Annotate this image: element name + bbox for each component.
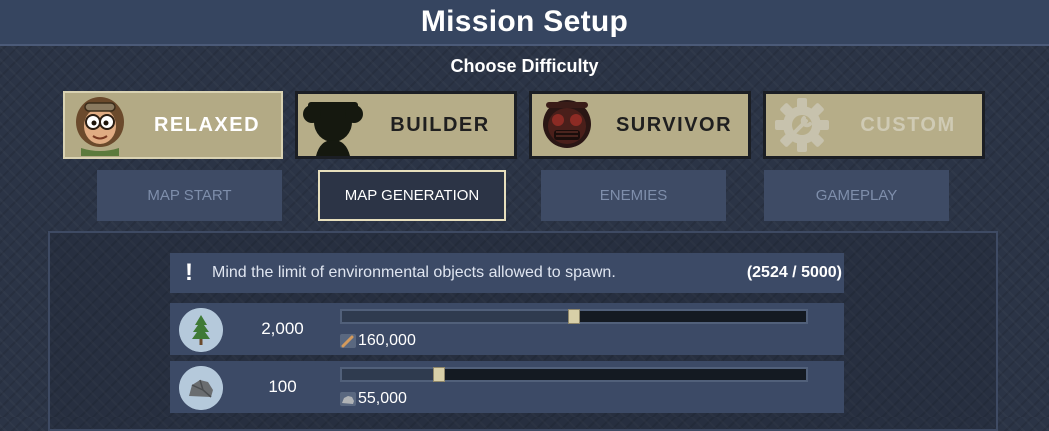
tab-gameplay[interactable]: GAMEPLAY xyxy=(764,170,949,221)
resource-row-rocks: 100 55,000 xyxy=(170,361,844,413)
relaxed-face-icon xyxy=(76,97,124,156)
difficulty-relaxed-button[interactable]: RELAXED xyxy=(63,91,283,159)
wood-yield-value: 160,000 xyxy=(358,332,416,349)
tree-amount-slider[interactable] xyxy=(340,309,808,324)
gear-wrench-icon xyxy=(775,98,829,152)
rock-amount: 100 xyxy=(268,377,297,396)
difficulty-relaxed-label: RELAXED xyxy=(153,113,261,136)
exclamation-icon: ! xyxy=(185,259,193,286)
stone-icon xyxy=(340,392,356,406)
survivor-mask-icon xyxy=(543,100,591,148)
slider-handle[interactable] xyxy=(568,309,580,324)
difficulty-survivor-button[interactable]: SURVIVOR xyxy=(529,91,751,159)
difficulty-builder-button[interactable]: BUILDER xyxy=(295,91,517,159)
tree-amount: 2,000 xyxy=(261,319,304,338)
object-count: (2524 / 5000) xyxy=(746,264,842,281)
page-title: Mission Setup xyxy=(420,5,629,38)
slider-handle[interactable] xyxy=(433,367,445,382)
slider-fill xyxy=(342,369,439,380)
warning-message: Mind the limit of environmental objects … xyxy=(212,264,616,281)
spawn-limit-warning: ! Mind the limit of environmental object… xyxy=(170,253,844,293)
difficulty-heading: Choose Difficulty xyxy=(450,56,599,76)
wood-log-icon xyxy=(340,334,356,348)
slider-fill xyxy=(342,311,574,322)
builder-silhouette-icon xyxy=(303,102,363,156)
tab-enemies[interactable]: ENEMIES xyxy=(541,170,726,221)
wood-yield: 160,000 xyxy=(340,331,416,351)
tab-map-start[interactable]: MAP START xyxy=(97,170,282,221)
stone-yield: 55,000 xyxy=(340,389,407,409)
tab-map-generation[interactable]: MAP GENERATION xyxy=(318,170,506,221)
difficulty-custom-label: CUSTOM xyxy=(860,113,956,136)
rock-amount-slider[interactable] xyxy=(340,367,808,382)
tree-icon xyxy=(179,308,223,352)
difficulty-builder-label: BUILDER xyxy=(390,113,490,136)
resource-row-trees: 2,000 160,000 xyxy=(170,303,844,355)
stone-yield-value: 55,000 xyxy=(358,390,407,407)
rock-icon xyxy=(179,366,223,410)
difficulty-custom-button[interactable]: CUSTOM xyxy=(763,91,985,159)
difficulty-survivor-label: SURVIVOR xyxy=(615,113,733,136)
